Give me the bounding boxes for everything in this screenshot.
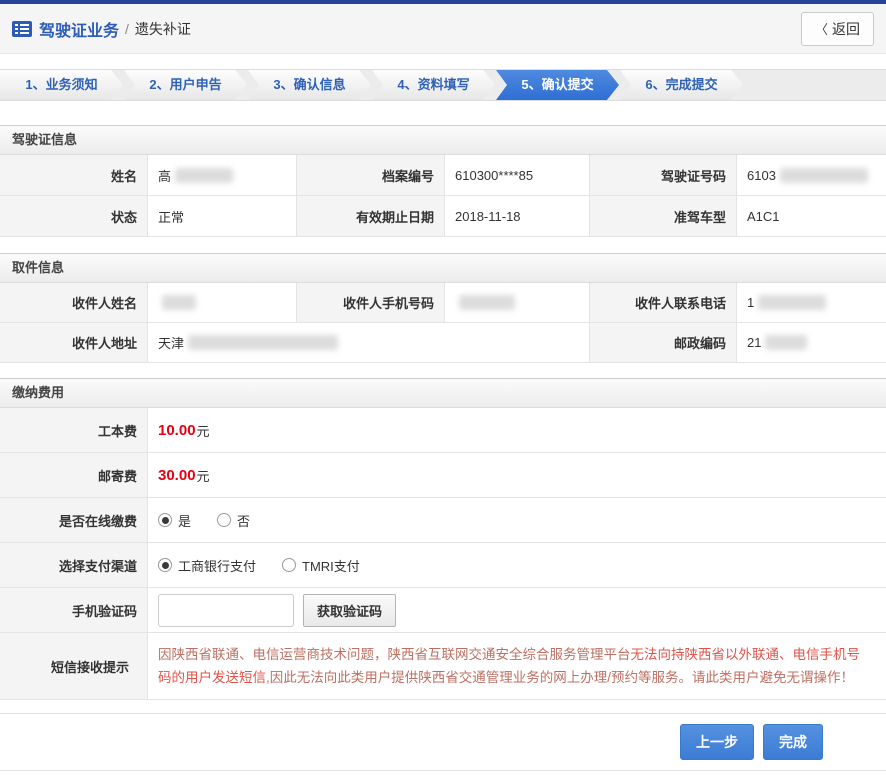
field-label-zip-code: 邮政编码 bbox=[590, 323, 737, 363]
redaction-blur bbox=[780, 168, 868, 183]
zip-code-text: 21 bbox=[747, 335, 761, 350]
redaction-blur bbox=[758, 295, 826, 310]
section-title-pickup: 取件信息 bbox=[0, 253, 886, 283]
field-value-status: 正常 bbox=[148, 196, 297, 237]
field-value-expiry: 2018-11-18 bbox=[445, 196, 590, 237]
step-tab-1[interactable]: 1、业务须知 bbox=[0, 70, 123, 100]
radio-option-no[interactable]: 否 bbox=[217, 511, 250, 530]
postage-fee-amount: 30.00 bbox=[158, 467, 196, 484]
finish-button[interactable]: 完成 bbox=[763, 724, 823, 760]
step-tab-5[interactable]: 5、确认提交 bbox=[496, 70, 619, 100]
page-title: 驾驶证业务 bbox=[39, 17, 119, 41]
radio-button-icon[interactable] bbox=[282, 558, 296, 572]
field-value-recipient-mobile bbox=[445, 283, 590, 323]
sms-notice-part1: 因陕西省联通、电信运营商技术问题，陕西省互联网交通安全综合服务管理平台 bbox=[158, 647, 631, 662]
chevron-left-icon: 〈 bbox=[815, 19, 828, 38]
field-value-pay-online: 是 否 bbox=[148, 498, 886, 543]
production-fee-amount: 10.00 bbox=[158, 422, 196, 439]
radio-label-yes: 是 bbox=[178, 511, 191, 530]
radio-button-icon[interactable] bbox=[217, 513, 231, 527]
postage-fee-unit: 元 bbox=[197, 466, 210, 485]
field-label-production-fee: 工本费 bbox=[0, 408, 148, 453]
radio-button-icon[interactable] bbox=[158, 558, 172, 572]
field-value-production-fee: 10.00 元 bbox=[148, 408, 886, 453]
field-label-license-number: 驾驶证号码 bbox=[590, 155, 737, 196]
step-tab-6[interactable]: 6、完成提交 bbox=[620, 70, 743, 100]
license-number-text: 6103 bbox=[747, 168, 776, 183]
radio-label-no: 否 bbox=[237, 511, 250, 530]
field-value-sms-notice: 因陕西省联通、电信运营商技术问题，陕西省互联网交通安全综合服务管理平台无法向持陕… bbox=[148, 633, 886, 700]
sms-code-input[interactable] bbox=[158, 594, 294, 627]
field-label-payment-channel: 选择支付渠道 bbox=[0, 543, 148, 588]
sms-notice-part2: ,因此无法向此类用户提供陕西省交通管理业务的网上办理/预约等服务。请此类用户避免… bbox=[266, 670, 854, 685]
footer-actions: 上一步 完成 bbox=[0, 713, 886, 760]
radio-button-icon[interactable] bbox=[158, 513, 172, 527]
step-tab-2[interactable]: 2、用户申告 bbox=[124, 70, 247, 100]
step-tab-3[interactable]: 3、确认信息 bbox=[248, 70, 371, 100]
section-title-license: 驾驶证信息 bbox=[0, 125, 886, 155]
step-tab-4[interactable]: 4、资料填写 bbox=[372, 70, 495, 100]
bottom-divider bbox=[0, 770, 886, 775]
radio-label-tmri: TMRI支付 bbox=[302, 556, 360, 575]
recipient-address-text: 天津 bbox=[158, 333, 184, 352]
file-number-text: 610300****85 bbox=[455, 168, 533, 183]
section-title-payment: 缴纳费用 bbox=[0, 378, 886, 408]
previous-step-button[interactable]: 上一步 bbox=[680, 724, 754, 760]
field-value-recipient-address: 天津 bbox=[148, 323, 590, 363]
pickup-info-table: 收件人姓名 收件人手机号码 收件人联系电话 1 收件人地址 天津 邮政编码 21 bbox=[0, 283, 886, 363]
field-label-sms-notice: 短信接收提示 bbox=[0, 633, 148, 700]
field-label-recipient-mobile: 收件人手机号码 bbox=[297, 283, 445, 323]
field-value-name: 高 bbox=[148, 155, 297, 196]
expiry-text: 2018-11-18 bbox=[455, 209, 521, 224]
field-value-license-number: 6103 bbox=[737, 155, 886, 196]
license-info-table: 姓名 高 档案编号 610300****85 驾驶证号码 6103 状态 正常 … bbox=[0, 155, 886, 237]
field-value-recipient-phone: 1 bbox=[737, 283, 886, 323]
radio-option-icbc[interactable]: 工商银行支付 bbox=[158, 556, 256, 575]
app-header: 驾驶证业务 / 遗失补证 〈 返回 bbox=[0, 4, 886, 54]
status-text: 正常 bbox=[158, 207, 184, 226]
name-value-text: 高 bbox=[158, 166, 171, 185]
wizard-steps: 1、业务须知 2、用户申告 3、确认信息 4、资料填写 5、确认提交 6、完成提… bbox=[0, 69, 886, 101]
list-document-icon bbox=[12, 21, 32, 37]
redaction-blur bbox=[459, 295, 515, 310]
field-label-recipient-address: 收件人地址 bbox=[0, 323, 148, 363]
back-button[interactable]: 〈 返回 bbox=[801, 12, 874, 46]
redaction-blur bbox=[175, 168, 233, 183]
get-code-button[interactable]: 获取验证码 bbox=[303, 594, 396, 627]
field-value-zip-code: 21 bbox=[737, 323, 886, 363]
field-label-postage-fee: 邮寄费 bbox=[0, 453, 148, 498]
payment-table: 工本费 10.00 元 邮寄费 30.00 元 是否在线缴费 是 否 选择支付渠… bbox=[0, 408, 886, 700]
field-label-recipient-name: 收件人姓名 bbox=[0, 283, 148, 323]
field-value-recipient-name bbox=[148, 283, 297, 323]
field-label-name: 姓名 bbox=[0, 155, 148, 196]
field-value-payment-channel: 工商银行支付 TMRI支付 bbox=[148, 543, 886, 588]
field-value-file-number: 610300****85 bbox=[445, 155, 590, 196]
field-label-vehicle-class: 准驾车型 bbox=[590, 196, 737, 237]
field-label-expiry: 有效期止日期 bbox=[297, 196, 445, 237]
production-fee-unit: 元 bbox=[197, 421, 210, 440]
field-label-recipient-phone: 收件人联系电话 bbox=[590, 283, 737, 323]
field-label-file-number: 档案编号 bbox=[297, 155, 445, 196]
radio-option-tmri[interactable]: TMRI支付 bbox=[282, 556, 360, 575]
field-value-vehicle-class: A1C1 bbox=[737, 196, 886, 237]
redaction-blur bbox=[188, 335, 338, 350]
breadcrumb-separator: / bbox=[125, 21, 129, 37]
redaction-blur bbox=[765, 335, 807, 350]
breadcrumb-current: 遗失补证 bbox=[135, 19, 191, 39]
field-value-sms-code: 获取验证码 bbox=[148, 588, 886, 633]
field-value-postage-fee: 30.00 元 bbox=[148, 453, 886, 498]
radio-option-yes[interactable]: 是 bbox=[158, 511, 191, 530]
field-label-status: 状态 bbox=[0, 196, 148, 237]
field-label-sms-code: 手机验证码 bbox=[0, 588, 148, 633]
sms-notice-text: 因陕西省联通、电信运营商技术问题，陕西省互联网交通安全综合服务管理平台无法向持陕… bbox=[158, 643, 868, 689]
field-label-pay-online: 是否在线缴费 bbox=[0, 498, 148, 543]
redaction-blur bbox=[162, 295, 196, 310]
recipient-phone-text: 1 bbox=[747, 295, 754, 310]
back-button-label: 返回 bbox=[832, 19, 860, 39]
radio-label-icbc: 工商银行支付 bbox=[178, 556, 256, 575]
vehicle-class-text: A1C1 bbox=[747, 209, 780, 224]
